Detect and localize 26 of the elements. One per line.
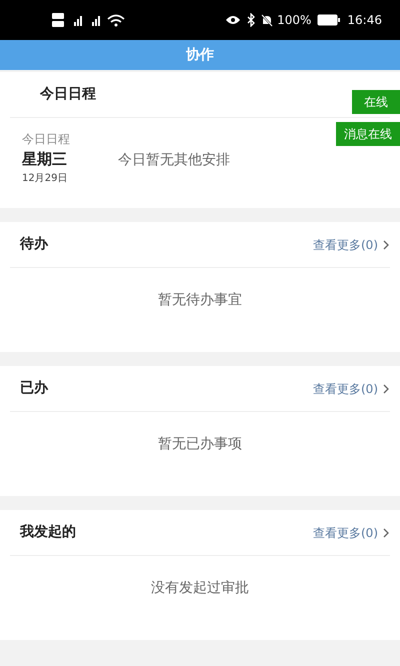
message-online-badge: 消息在线 — [336, 122, 400, 146]
section-title: 待办 — [18, 235, 48, 254]
chevron-right-icon — [382, 384, 390, 394]
chevron-right-icon — [382, 240, 390, 250]
chevron-right-icon — [382, 528, 390, 538]
weekday-text: 星期三 — [22, 149, 68, 170]
section-title: 我发起的 — [18, 523, 76, 542]
online-badge: 在线 — [352, 90, 400, 114]
empty-state-text: 没有发起过审批 — [151, 578, 249, 598]
schedule-title: 今日日程 — [39, 85, 96, 104]
section-title: 已办 — [19, 379, 48, 398]
clock-time: 16:46 — [347, 12, 382, 29]
mute-bell-icon — [261, 14, 274, 26]
view-more-link[interactable]: 查看更多(0) — [313, 380, 390, 398]
schedule-label: 今日日程 — [22, 131, 71, 148]
bluetooth-icon — [247, 13, 256, 27]
empty-state-text: 暂无待办事宜 — [158, 290, 242, 310]
view-more-link[interactable]: 查看更多(0) — [313, 524, 390, 542]
date-text: 12月29日 — [22, 172, 68, 186]
view-more-link[interactable]: 查看更多(0) — [313, 236, 390, 254]
battery-icon — [317, 14, 342, 26]
battery-percent: 100% — [277, 12, 312, 29]
empty-state-text: 暂无已办事项 — [158, 434, 242, 454]
empty-schedule-text: 今日暂无其他安排 — [118, 151, 230, 170]
eye-icon — [225, 14, 242, 26]
header-title: 协作 — [186, 46, 214, 64]
